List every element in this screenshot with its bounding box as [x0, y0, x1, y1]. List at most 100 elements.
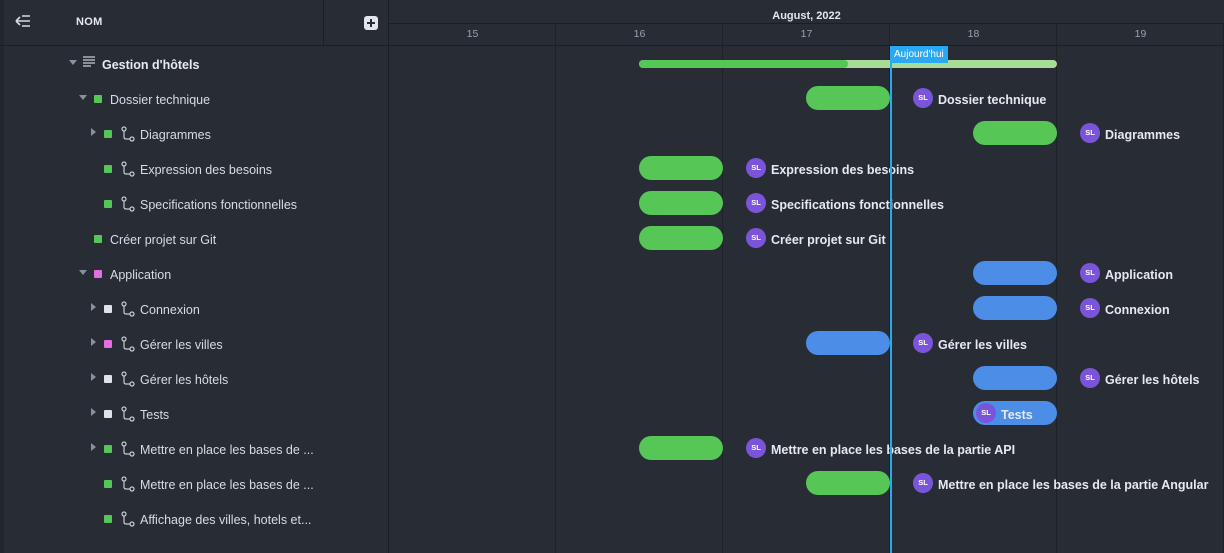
tree-row[interactable]: Mettre en place les bases de ...: [0, 432, 388, 467]
task-bar[interactable]: [639, 226, 723, 250]
avatar[interactable]: SL: [1080, 368, 1100, 388]
avatar[interactable]: SL: [746, 228, 766, 248]
tree-row[interactable]: Gérer les hôtels: [0, 362, 388, 397]
task-bar[interactable]: [639, 156, 723, 180]
subtask-icon: [121, 406, 135, 422]
caret-down-icon[interactable]: [79, 95, 87, 100]
tree-row[interactable]: Gérer les villes: [0, 327, 388, 362]
tree-item-label: Expression des besoins: [140, 163, 273, 177]
tree-row[interactable]: Diagrammes: [0, 117, 388, 152]
tree-item-label: Créer projet sur Git: [110, 233, 217, 247]
status-square-icon: [104, 165, 112, 173]
avatar[interactable]: SL: [1080, 123, 1100, 143]
tree-row-project[interactable]: Gestion d'hôtels: [0, 47, 388, 82]
name-column-header[interactable]: NOM: [76, 16, 103, 28]
caret-right-icon[interactable]: [91, 338, 96, 346]
project-progress-fill: [639, 60, 848, 68]
tree-row[interactable]: Mettre en place les bases de ...: [0, 467, 388, 502]
task-bar[interactable]: [973, 121, 1057, 145]
task-bar-label: Connexion: [1105, 303, 1170, 317]
task-bar-label: Expression des besoins: [771, 163, 915, 177]
task-bar-label: Mettre en place les bases de la partie A…: [938, 478, 1209, 492]
today-marker-label: Aujourd'hui: [890, 46, 948, 63]
collapse-panel-icon[interactable]: [14, 12, 32, 30]
tree-row[interactable]: Affichage des villes, hotels et...: [0, 502, 388, 537]
caret-down-icon[interactable]: [69, 60, 77, 65]
avatar[interactable]: SL: [746, 438, 766, 458]
task-bar[interactable]: [639, 191, 723, 215]
status-square-icon: [94, 95, 102, 103]
tree-item-label: Connexion: [140, 303, 200, 317]
tree-header: NOM: [0, 0, 388, 46]
task-bar[interactable]: [973, 296, 1057, 320]
task-bar[interactable]: [806, 86, 890, 110]
status-square-icon: [104, 515, 112, 523]
status-square-icon: [104, 130, 112, 138]
avatar[interactable]: SL: [913, 473, 933, 493]
status-square-icon: [104, 410, 112, 418]
tree-row[interactable]: Créer projet sur Git: [0, 222, 388, 257]
caret-down-icon[interactable]: [79, 270, 87, 275]
tree-row[interactable]: Specifications fonctionnelles: [0, 187, 388, 222]
subtask-icon: [121, 371, 135, 387]
subtask-icon: [121, 511, 135, 527]
status-square-icon: [104, 375, 112, 383]
day-gridline: [722, 23, 723, 553]
avatar[interactable]: SL: [1080, 298, 1100, 318]
caret-right-icon[interactable]: [91, 373, 96, 381]
subtask-icon: [121, 301, 135, 317]
task-tree-panel: NOM Gestion d'hôtels Dossier technique D…: [0, 0, 389, 553]
status-square-icon: [104, 200, 112, 208]
task-bar[interactable]: [973, 366, 1057, 390]
day-gridline: [555, 23, 556, 553]
task-bar[interactable]: [806, 331, 890, 355]
caret-right-icon[interactable]: [91, 128, 96, 136]
task-bar-label: Tests: [1001, 408, 1033, 422]
tree-item-label: Gestion d'hôtels: [102, 58, 200, 72]
caret-right-icon[interactable]: [91, 303, 96, 311]
tree-row[interactable]: Expression des besoins: [0, 152, 388, 187]
avatar[interactable]: SL: [976, 403, 996, 423]
gantt-timeline: August, 2022 15 16 17 18 19 SL Dossier t…: [389, 0, 1224, 553]
tree-item-label: Dossier technique: [110, 93, 211, 107]
day-label: 16: [633, 28, 646, 40]
status-square-icon: [104, 340, 112, 348]
tree-item-label: Tests: [140, 408, 170, 422]
column-divider[interactable]: [323, 0, 324, 45]
caret-right-icon[interactable]: [91, 408, 96, 416]
subtask-icon: [121, 441, 135, 457]
today-marker-line: [890, 46, 892, 553]
add-task-button[interactable]: [364, 16, 378, 30]
tree-item-label: Application: [110, 268, 172, 282]
subtask-icon: [121, 126, 135, 142]
avatar[interactable]: SL: [746, 193, 766, 213]
task-bar-label: Créer projet sur Git: [771, 233, 886, 247]
task-bar-label: Gérer les hôtels: [1105, 373, 1200, 387]
day-label: 19: [1134, 28, 1147, 40]
status-square-icon: [94, 270, 102, 278]
task-bar[interactable]: [639, 436, 723, 460]
caret-right-icon[interactable]: [91, 443, 96, 451]
task-bar[interactable]: [973, 261, 1057, 285]
avatar[interactable]: SL: [1080, 263, 1100, 283]
status-square-icon: [104, 445, 112, 453]
project-list-icon: [83, 56, 95, 67]
tree-row[interactable]: Tests: [0, 397, 388, 432]
subtask-icon: [121, 161, 135, 177]
avatar[interactable]: SL: [746, 158, 766, 178]
subtask-icon: [121, 336, 135, 352]
avatar[interactable]: SL: [913, 333, 933, 353]
avatar[interactable]: SL: [913, 88, 933, 108]
tree-row[interactable]: Connexion: [0, 292, 388, 327]
day-label: 18: [967, 28, 980, 40]
tree-row[interactable]: Application: [0, 257, 388, 292]
tree-row[interactable]: Dossier technique: [0, 82, 388, 117]
task-bar-label: Diagrammes: [1105, 128, 1181, 142]
subtask-icon: [121, 476, 135, 492]
task-bar[interactable]: [806, 471, 890, 495]
status-square-icon: [94, 235, 102, 243]
task-bar-label: Application: [1105, 268, 1174, 282]
tree-item-label: Mettre en place les bases de ...: [140, 443, 314, 457]
timeline-header: August, 2022 15 16 17 18 19: [389, 0, 1224, 46]
status-square-icon: [104, 305, 112, 313]
